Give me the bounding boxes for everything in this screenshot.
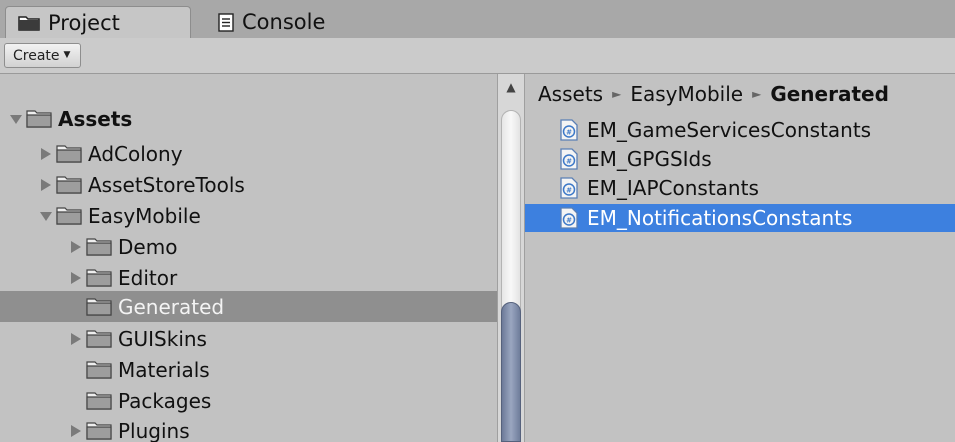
- tree-item-label: GUISkins: [118, 326, 207, 351]
- folder-icon: [86, 237, 112, 256]
- tree-item-label: Assets: [58, 106, 133, 131]
- folder-icon: [86, 268, 112, 287]
- tree-item-label: Demo: [118, 234, 178, 259]
- file-item[interactable]: # EM_GPGSIds: [525, 145, 955, 173]
- tree-item-demo[interactable]: Demo: [0, 231, 497, 262]
- file-name: EM_NotificationsConstants: [587, 206, 853, 230]
- folder-icon: [86, 391, 112, 410]
- tree-item-label: Editor: [118, 265, 178, 290]
- tree-item-packages[interactable]: Packages: [0, 385, 497, 416]
- folder-icon: [26, 109, 52, 128]
- tree-item-generated[interactable]: Generated: [0, 291, 497, 322]
- project-toolbar: Create ▼: [0, 38, 955, 74]
- collapse-arrow-icon[interactable]: [38, 178, 54, 191]
- svg-text:#: #: [566, 158, 572, 166]
- tree-item-label: EasyMobile: [88, 203, 201, 228]
- collapse-arrow-icon[interactable]: [68, 424, 84, 437]
- tree-item-assetstoretools[interactable]: AssetStoreTools: [0, 169, 497, 200]
- folder-icon: [56, 175, 82, 194]
- tree-item-assets[interactable]: Assets: [0, 103, 497, 134]
- tab-project[interactable]: Project: [5, 6, 191, 38]
- breadcrumb-easymobile[interactable]: EasyMobile: [630, 82, 743, 106]
- breadcrumb-separator-icon: ►: [612, 87, 622, 101]
- create-button-label: Create: [13, 48, 60, 64]
- file-item-selected[interactable]: # EM_NotificationsConstants: [525, 204, 955, 232]
- folder-tree: Assets AdColony AssetStoreTools EasyMobi…: [0, 74, 497, 442]
- tab-project-label: Project: [48, 10, 120, 35]
- tree-item-easymobile[interactable]: EasyMobile: [0, 200, 497, 231]
- tree-item-label: Generated: [118, 294, 225, 319]
- tab-bar: Project Console: [0, 0, 955, 38]
- file-name: EM_GPGSIds: [587, 147, 712, 171]
- tree-item-editor[interactable]: Editor: [0, 262, 497, 293]
- tab-console-label: Console: [242, 10, 326, 34]
- tree-item-label: Packages: [118, 388, 212, 413]
- tree-item-label: AssetStoreTools: [88, 172, 245, 197]
- folder-icon: [56, 206, 82, 225]
- expand-arrow-icon[interactable]: [8, 114, 24, 124]
- chevron-down-icon: ▼: [63, 50, 71, 60]
- svg-text:#: #: [566, 129, 572, 137]
- breadcrumb-separator-icon: ►: [752, 87, 762, 101]
- csharp-script-icon: #: [559, 148, 579, 170]
- csharp-script-icon: #: [559, 207, 579, 229]
- asset-list-panel: Assets ► EasyMobile ► Generated # EM_Gam…: [525, 74, 955, 442]
- collapse-arrow-icon[interactable]: [68, 271, 84, 284]
- tab-console[interactable]: Console: [214, 6, 325, 38]
- tree-item-label: AdColony: [88, 141, 183, 166]
- csharp-script-icon: #: [559, 119, 579, 141]
- tree-item-guiskins[interactable]: GUISkins: [0, 323, 497, 354]
- tree-item-label: Plugins: [118, 418, 190, 442]
- create-button[interactable]: Create ▼: [4, 43, 82, 68]
- breadcrumb-generated[interactable]: Generated: [770, 82, 889, 106]
- tree-item-label: Materials: [118, 357, 210, 382]
- breadcrumb: Assets ► EasyMobile ► Generated: [538, 82, 889, 106]
- svg-text:#: #: [566, 187, 572, 195]
- file-name: EM_IAPConstants: [587, 176, 759, 200]
- file-name: EM_GameServicesConstants: [587, 118, 872, 142]
- tree-item-plugins[interactable]: Plugins: [0, 415, 497, 442]
- folder-icon: [18, 14, 40, 31]
- expand-arrow-icon[interactable]: [38, 211, 54, 221]
- folder-icon: [86, 360, 112, 379]
- folder-icon: [86, 421, 112, 440]
- collapse-arrow-icon[interactable]: [68, 332, 84, 345]
- collapse-arrow-icon[interactable]: [68, 240, 84, 253]
- collapse-arrow-icon[interactable]: [38, 147, 54, 160]
- csharp-script-icon: #: [559, 177, 579, 199]
- folder-icon: [56, 144, 82, 163]
- tree-item-materials[interactable]: Materials: [0, 354, 497, 385]
- folder-tree-scrollbar[interactable]: ▲: [497, 74, 525, 442]
- tree-item-adcolony[interactable]: AdColony: [0, 138, 497, 169]
- file-item[interactable]: # EM_GameServicesConstants: [525, 116, 955, 144]
- breadcrumb-assets[interactable]: Assets: [538, 82, 603, 106]
- folder-icon: [86, 297, 112, 316]
- scroll-up-arrow-icon[interactable]: ▲: [498, 80, 524, 94]
- console-icon: [218, 12, 234, 32]
- folder-icon: [86, 329, 112, 348]
- svg-text:#: #: [566, 217, 572, 225]
- scrollbar-thumb[interactable]: [501, 302, 521, 442]
- file-item[interactable]: # EM_IAPConstants: [525, 174, 955, 202]
